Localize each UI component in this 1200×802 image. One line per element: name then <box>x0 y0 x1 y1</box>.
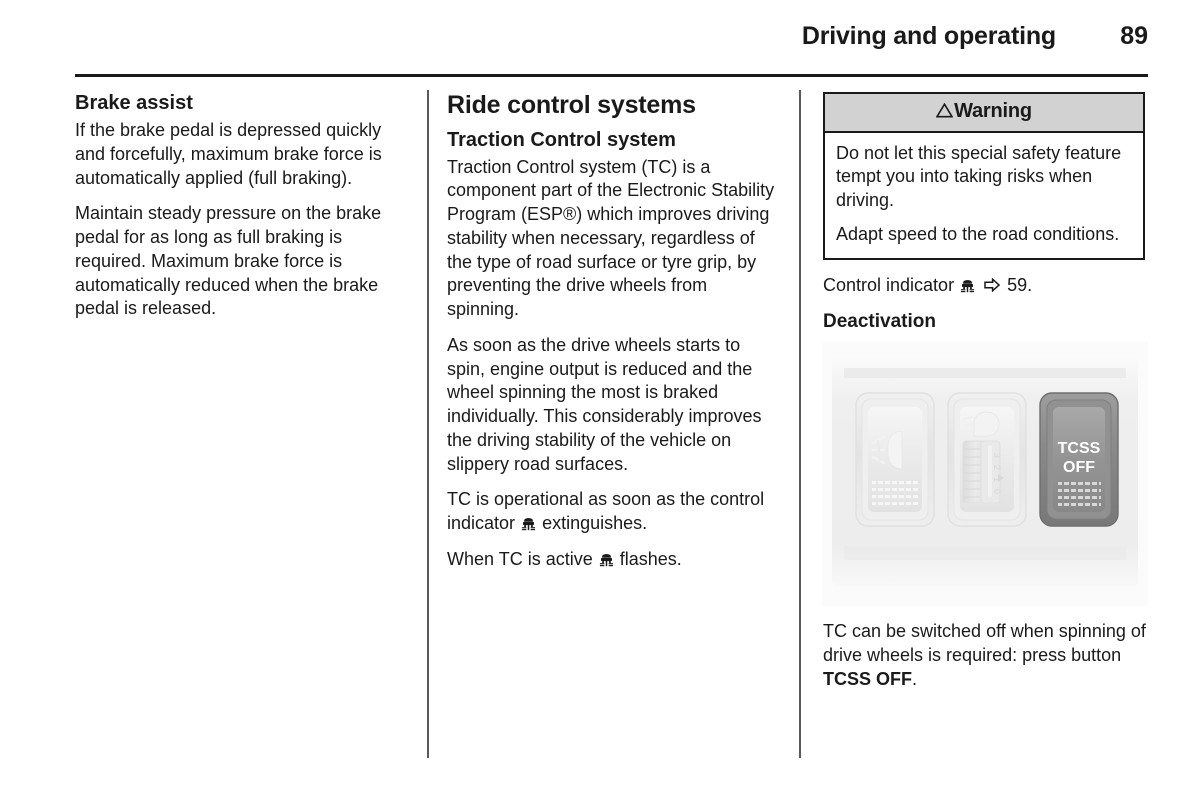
tc-active-text-after: flashes. <box>619 548 682 569</box>
column-three: Warning Do not let this special safety f… <box>822 92 1149 691</box>
traction-control-paragraph-2: As soon as the drive wheels starts to sp… <box>447 334 762 474</box>
column-two: Ride control systems Traction Control sy… <box>447 91 781 572</box>
traction-control-indicator-icon <box>521 516 536 531</box>
svg-text:0: 0 <box>992 489 1002 494</box>
tcss-off-label-line2: OFF <box>1063 459 1095 476</box>
page-header: Driving and operating 89 <box>75 22 1148 64</box>
column-divider-1 <box>427 90 429 758</box>
traction-control-system-heading: Traction Control system <box>447 128 676 151</box>
header-divider-rule <box>75 74 1148 77</box>
control-indicator-label: Control indicator <box>823 274 955 295</box>
headlight-range-adjustment-switch: 3 2 1 0 <box>947 392 1027 527</box>
tcss-off-label-line1: TCSS <box>1058 440 1101 457</box>
ride-control-systems-heading: Ride control systems <box>447 91 696 119</box>
control-indicator-reference: Control indicator 59. <box>823 274 1149 298</box>
svg-text:2: 2 <box>992 465 1002 470</box>
column-one: Brake assist If the brake pedal is depre… <box>75 92 405 321</box>
page-reference-arrow-icon <box>984 277 1001 293</box>
deactivation-heading: Deactivation <box>823 311 936 333</box>
warning-paragraph-2: Adapt speed to the road conditions. <box>836 224 1120 245</box>
warning-title: Warning <box>954 100 1032 122</box>
svg-text:3: 3 <box>992 453 1002 458</box>
warning-triangle-icon <box>936 103 954 118</box>
traction-control-paragraph-1: Traction Control system (TC) is a compon… <box>447 156 775 320</box>
tcss-off-switch: TCSS OFF <box>1039 392 1119 527</box>
warning-box: Warning Do not let this special safety f… <box>823 92 1145 260</box>
warning-box-header: Warning <box>825 94 1143 133</box>
warning-paragraph-1: Do not let this special safety feature t… <box>836 143 1122 210</box>
tc-active-text-before: When TC is active <box>447 548 593 569</box>
traction-control-indicator-icon <box>960 278 975 293</box>
caption-text-before: TC can be switched off when spinning of … <box>823 621 1146 665</box>
traction-control-indicator-icon <box>599 552 614 567</box>
brake-assist-paragraph-1: If the brake pedal is depressed quickly … <box>75 120 382 188</box>
traction-control-paragraph-4: When TC is active flashes. <box>447 548 781 572</box>
caption-button-name: TCSS OFF <box>823 668 912 689</box>
rear-fog-light-switch <box>855 392 935 527</box>
page-number: 89 <box>1120 22 1148 50</box>
caption-text-after: . <box>912 668 918 689</box>
brake-assist-heading: Brake assist <box>75 92 193 114</box>
switch-panel-figure: 3 2 1 0 TCSS OFF <box>822 341 1148 607</box>
brake-assist-paragraph-2: Maintain steady pressure on the brake pe… <box>75 203 382 319</box>
tc-operational-text-after: extinguishes. <box>542 513 648 533</box>
control-indicator-page-ref: 59. <box>1007 274 1033 295</box>
page-title: Driving and operating <box>801 22 1056 50</box>
warning-box-body: Do not let this special safety feature t… <box>825 133 1143 258</box>
column-divider-2 <box>799 90 801 758</box>
traction-control-paragraph-3: TC is operational as soon as the control… <box>447 488 781 536</box>
deactivation-caption: TC can be switched off when spinning of … <box>823 620 1149 691</box>
